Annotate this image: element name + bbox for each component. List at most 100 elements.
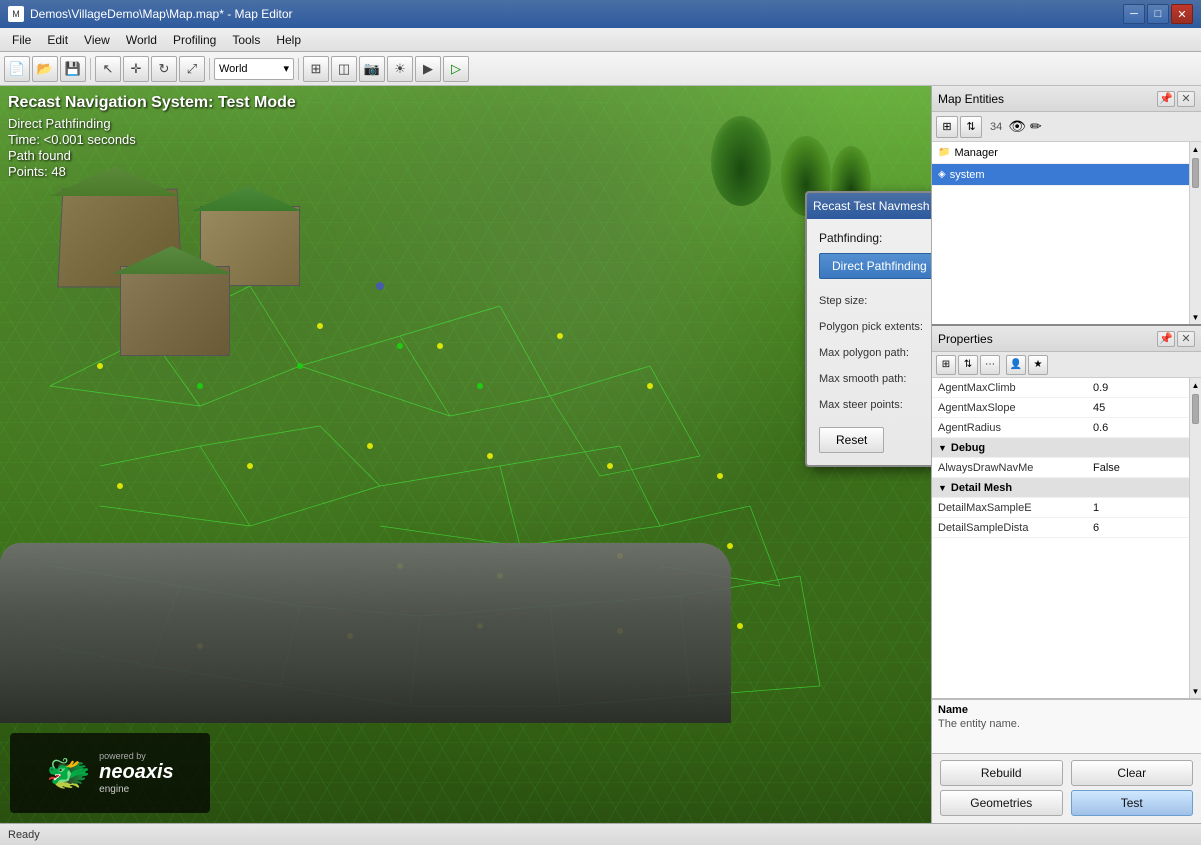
pin-button[interactable]: 📌 xyxy=(1157,91,1175,107)
prop-agent-radius-name: AgentRadius xyxy=(938,422,1093,434)
prop-always-draw: AlwaysDrawNavMe False xyxy=(932,458,1189,478)
menu-profiling[interactable]: Profiling xyxy=(165,28,224,51)
menu-tools[interactable]: Tools xyxy=(224,28,268,51)
prop-detail-max-sample: DetailMaxSampleE 1 xyxy=(932,498,1189,518)
prop-detail-sample-dist-name: DetailSampleDista xyxy=(938,522,1093,534)
render-button[interactable]: ▶ xyxy=(415,56,441,82)
item-icon: ◈ xyxy=(938,169,946,180)
map-entities-header: Map Entities 📌 ✕ xyxy=(932,86,1201,112)
debug-section-label: Debug xyxy=(951,442,985,454)
geometries-button[interactable]: Geometries xyxy=(940,790,1063,816)
prop-detail-sample-dist-value[interactable]: 6 xyxy=(1093,522,1183,534)
direct-pathfinding-button[interactable]: Direct Pathfinding Mode xyxy=(819,253,931,279)
hud-line4: Points: 48 xyxy=(8,164,296,179)
props-scroll-thumb[interactable] xyxy=(1192,394,1199,424)
menu-bar: File Edit View World Profiling Tools Hel… xyxy=(0,28,1201,52)
props-filter-btn[interactable]: ⋯ xyxy=(980,355,1000,375)
menu-file[interactable]: File xyxy=(4,28,39,51)
props-scroll-up[interactable]: ▲ xyxy=(1190,378,1201,392)
menu-edit[interactable]: Edit xyxy=(39,28,76,51)
test-button[interactable]: Test xyxy=(1071,790,1194,816)
props-scroll-down[interactable]: ▼ xyxy=(1190,684,1201,698)
prop-detail-max-sample-value[interactable]: 1 xyxy=(1093,502,1183,514)
debug-collapse-icon[interactable]: ▼ xyxy=(938,443,947,453)
menu-world[interactable]: World xyxy=(118,28,165,51)
prop-agent-max-climb-name: AgentMaxClimb xyxy=(938,382,1093,394)
maximize-button[interactable]: □ xyxy=(1147,4,1169,24)
minimize-button[interactable]: ─ xyxy=(1123,4,1145,24)
action-row-1: Rebuild Clear xyxy=(940,760,1193,786)
max-polygon-path-label: Max polygon path: xyxy=(819,347,931,359)
open-button[interactable]: 📂 xyxy=(32,56,58,82)
action-buttons: Rebuild Clear Geometries Test xyxy=(932,753,1201,823)
edit-icon[interactable]: ✏ xyxy=(1030,118,1042,135)
entity-grid-btn[interactable]: ⊞ xyxy=(936,116,958,138)
props-pin-button[interactable]: 📌 xyxy=(1157,331,1175,347)
buildings-area xyxy=(40,166,390,426)
prop-agent-max-slope-value[interactable]: 45 xyxy=(1093,402,1183,414)
rebuild-button[interactable]: Rebuild xyxy=(940,760,1063,786)
powered-by-label: powered by xyxy=(99,751,173,761)
max-smooth-path-row: Max smooth path: 4192 ▲ ▼ xyxy=(819,369,931,389)
new-button[interactable]: 📄 xyxy=(4,56,30,82)
reset-button[interactable]: Reset xyxy=(819,427,884,453)
props-close-button[interactable]: ✕ xyxy=(1177,331,1195,347)
menu-help[interactable]: Help xyxy=(268,28,309,51)
props-grid-btn[interactable]: ⊞ xyxy=(936,355,956,375)
folder-icon: 📁 xyxy=(938,147,950,158)
property-description: Name The entity name. xyxy=(932,698,1201,753)
title-text: M Demos\VillageDemo\Map\Map.map* - Map E… xyxy=(8,6,293,22)
entity-item-manager-label: Manager xyxy=(954,147,997,159)
close-panel-button[interactable]: ✕ xyxy=(1177,91,1195,107)
viewport[interactable]: Recast Navigation System: Test Mode Dire… xyxy=(0,86,931,823)
camera-button[interactable]: 📷 xyxy=(359,56,385,82)
hud-line1: Direct Pathfinding xyxy=(8,116,296,131)
save-button[interactable]: 💾 xyxy=(60,56,86,82)
prop-always-draw-value[interactable]: False xyxy=(1093,462,1183,474)
move-tool[interactable]: ✛ xyxy=(123,56,149,82)
grid-button[interactable]: ⊞ xyxy=(303,56,329,82)
scale-tool[interactable]: ⤢ xyxy=(179,56,205,82)
scroll-up-button[interactable]: ▲ xyxy=(1190,142,1201,156)
select-tool[interactable]: ↖ xyxy=(95,56,121,82)
clear-button[interactable]: Clear xyxy=(1071,760,1194,786)
scroll-track xyxy=(1190,190,1201,310)
close-button[interactable]: ✕ xyxy=(1171,4,1193,24)
properties-title: Properties xyxy=(938,332,993,346)
menu-view[interactable]: View xyxy=(76,28,118,51)
play-button[interactable]: ▷ xyxy=(443,56,469,82)
props-star-btn[interactable]: ★ xyxy=(1028,355,1048,375)
prop-desc-title: Name xyxy=(938,704,1195,716)
props-sort-btn[interactable]: ⇅ xyxy=(958,355,978,375)
scroll-down-button[interactable]: ▼ xyxy=(1190,310,1201,324)
snap-button[interactable]: ◫ xyxy=(331,56,357,82)
map-entities-title: Map Entities xyxy=(938,92,1004,106)
detail-mesh-collapse-icon[interactable]: ▼ xyxy=(938,483,947,493)
properties-scrollbar[interactable]: ▲ ▼ xyxy=(1189,378,1201,698)
world-dropdown[interactable]: World ▾ xyxy=(214,58,294,80)
entity-sort-btn[interactable]: ⇅ xyxy=(960,116,982,138)
entity-item-system[interactable]: ◈ system xyxy=(932,164,1189,186)
rocks xyxy=(0,543,731,723)
scroll-thumb[interactable] xyxy=(1192,158,1199,188)
entity-toolbar: ⊞ ⇅ 34 👁 ✏ xyxy=(932,112,1201,142)
step-size-row: Step size: 1.0 ▲ ▼ xyxy=(819,291,931,311)
entity-scrollbar[interactable]: ▲ ▼ xyxy=(1189,142,1201,324)
debug-section: ▼ Debug xyxy=(932,438,1189,458)
map-entities-header-buttons: 📌 ✕ xyxy=(1157,91,1195,107)
logo-name: neoaxis xyxy=(99,761,173,784)
eye-icon[interactable]: 👁 xyxy=(1008,118,1026,135)
props-scroll-track xyxy=(1190,426,1201,684)
detail-mesh-section: ▼ Detail Mesh xyxy=(932,478,1189,498)
light-button[interactable]: ☀ xyxy=(387,56,413,82)
prop-agent-max-climb-value[interactable]: 0.9 xyxy=(1093,382,1183,394)
title-bar: M Demos\VillageDemo\Map\Map.map* - Map E… xyxy=(0,0,1201,28)
rotate-tool[interactable]: ↻ xyxy=(151,56,177,82)
hud-line3: Path found xyxy=(8,148,296,163)
props-list-container: AgentMaxClimb 0.9 AgentMaxSlope 45 Agent… xyxy=(932,378,1201,698)
right-panel: Map Entities 📌 ✕ ⊞ ⇅ 34 👁 ✏ 📁 xyxy=(931,86,1201,823)
entity-item-manager[interactable]: 📁 Manager xyxy=(932,142,1189,164)
prop-agent-radius-value[interactable]: 0.6 xyxy=(1093,422,1183,434)
main-area: Recast Navigation System: Test Mode Dire… xyxy=(0,86,1201,823)
props-person-btn[interactable]: 👤 xyxy=(1006,355,1026,375)
